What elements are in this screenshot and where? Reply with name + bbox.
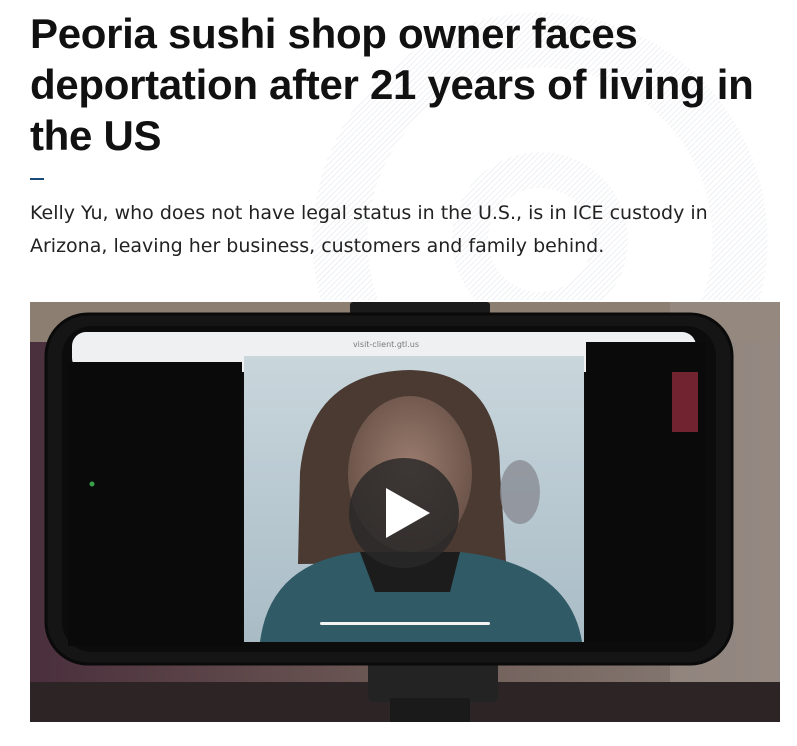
article-headline: Peoria sushi shop owner faces deportatio… (30, 10, 754, 159)
phone-screen-url: visit-client.gtl.us (352, 340, 420, 349)
play-button[interactable] (349, 458, 459, 568)
headline-divider (30, 178, 44, 180)
article-summary: Kelly Yu, who does not have legal status… (30, 202, 708, 257)
play-icon (386, 488, 430, 538)
